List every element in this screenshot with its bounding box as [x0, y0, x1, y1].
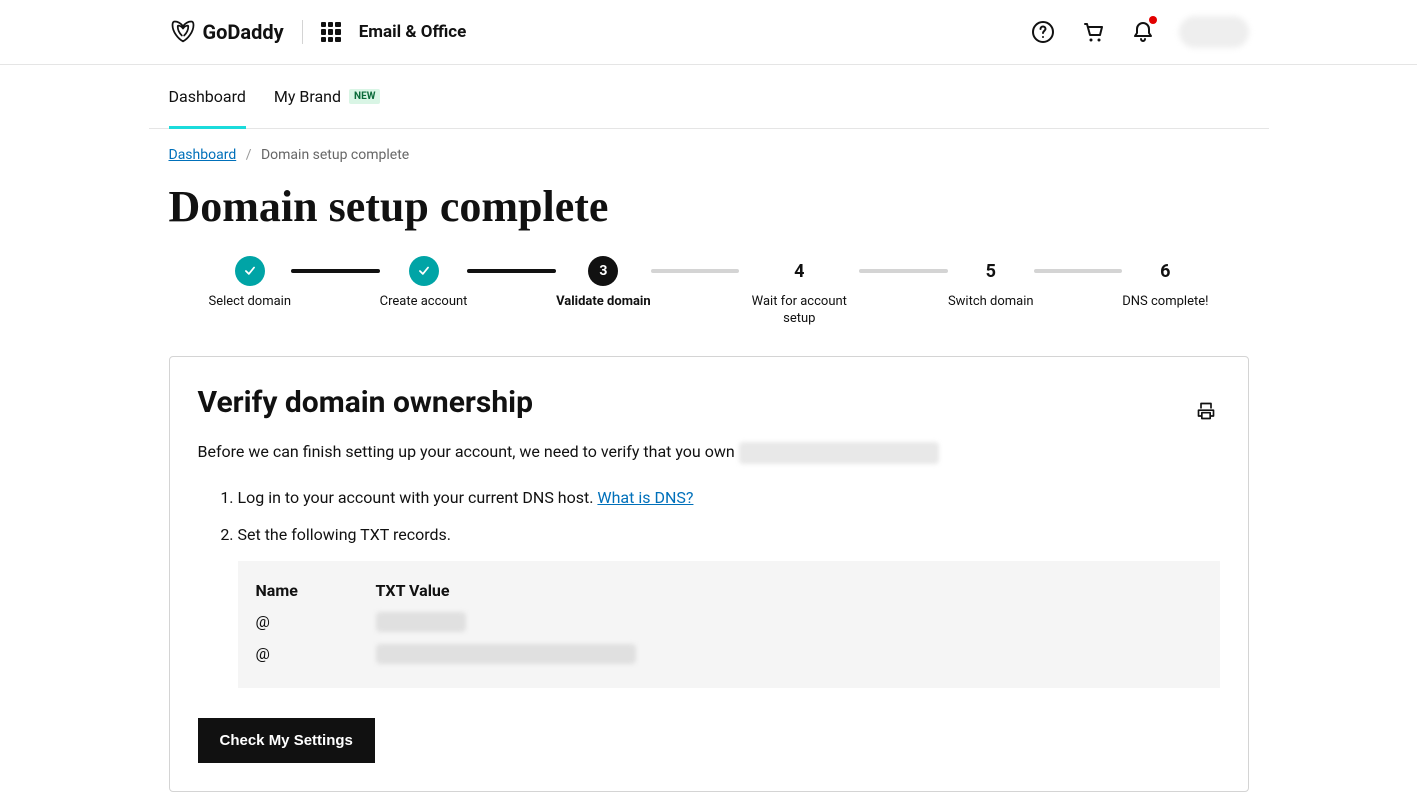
- breadcrumb-separator: /: [246, 147, 252, 163]
- tab-mybrand[interactable]: My Brand NEW: [274, 65, 381, 128]
- table-row: @: [256, 640, 1202, 672]
- page-title: Domain setup complete: [169, 181, 1249, 232]
- godaddy-logo-icon: [169, 18, 197, 46]
- apps-grid-icon[interactable]: [321, 22, 341, 42]
- step-2-label: Create account: [380, 294, 468, 311]
- logo-text: GoDaddy: [203, 20, 284, 44]
- instruction-1: Log in to your account with your current…: [238, 484, 1220, 513]
- help-button[interactable]: [1029, 18, 1057, 46]
- breadcrumb-dashboard-link[interactable]: Dashboard: [169, 147, 237, 163]
- check-icon: [243, 264, 257, 278]
- tab-dashboard-label: Dashboard: [169, 87, 246, 106]
- card-title: Verify domain ownership: [198, 385, 1220, 420]
- step-2-circle: [409, 256, 439, 286]
- connector-4-5: [859, 269, 948, 273]
- table-row: @: [256, 608, 1202, 640]
- print-button[interactable]: [1192, 397, 1220, 425]
- cart-button[interactable]: [1079, 18, 1107, 46]
- progress-stepper: Select domain Create account 3 Validate …: [169, 256, 1249, 328]
- step-4-circle: 4: [784, 256, 814, 286]
- cart-icon: [1081, 20, 1105, 44]
- connector-5-6: [1034, 269, 1123, 273]
- connector-3-4: [651, 269, 740, 273]
- tab-mybrand-label: My Brand: [274, 87, 341, 106]
- step-6-label: DNS complete!: [1122, 294, 1208, 311]
- print-icon: [1196, 401, 1216, 421]
- instruction-1-text: Log in to your account with your current…: [238, 488, 598, 507]
- card-intro: Before we can finish setting up your acc…: [198, 440, 1220, 464]
- step-3-label: Validate domain: [556, 294, 651, 311]
- txt-name-1: @: [256, 612, 336, 636]
- new-badge: NEW: [349, 89, 380, 104]
- help-icon: [1031, 20, 1055, 44]
- step-1-circle: [235, 256, 265, 286]
- step-5-label: Switch domain: [948, 294, 1034, 311]
- txt-records-table: Name TXT Value @ @: [238, 561, 1220, 688]
- step-1-label: Select domain: [209, 294, 292, 311]
- step-6-circle: 6: [1150, 256, 1180, 286]
- txt-name-2: @: [256, 644, 336, 668]
- what-is-dns-link[interactable]: What is DNS?: [597, 488, 693, 507]
- instruction-2: Set the following TXT records.: [238, 521, 1220, 550]
- tab-dashboard[interactable]: Dashboard: [169, 65, 246, 128]
- step-3-circle: 3: [588, 256, 618, 286]
- user-menu[interactable]: [1179, 16, 1249, 48]
- txt-value-2-redacted: [376, 644, 636, 664]
- txt-value-1-redacted: [376, 612, 466, 632]
- verify-card: Verify domain ownership Before we can fi…: [169, 356, 1249, 792]
- godaddy-logo[interactable]: GoDaddy: [169, 18, 284, 46]
- connector-2-3: [467, 269, 556, 273]
- connector-1-2: [291, 269, 380, 273]
- product-name: Email & Office: [359, 22, 467, 42]
- step-5-circle: 5: [976, 256, 1006, 286]
- domain-name-redacted: [739, 442, 939, 464]
- value-header: TXT Value: [376, 581, 1202, 600]
- notifications-button[interactable]: [1129, 18, 1157, 46]
- breadcrumb-current: Domain setup complete: [261, 147, 409, 163]
- header-divider: [302, 20, 303, 44]
- main-tabs: Dashboard My Brand NEW: [149, 65, 1269, 129]
- name-header: Name: [256, 581, 336, 600]
- notification-dot: [1149, 16, 1157, 24]
- card-intro-text: Before we can finish setting up your acc…: [198, 442, 739, 461]
- step-4-label: Wait for account setup: [739, 294, 859, 328]
- check-settings-button[interactable]: Check My Settings: [198, 718, 375, 763]
- instructions-list: Log in to your account with your current…: [198, 484, 1220, 550]
- check-icon: [417, 264, 431, 278]
- breadcrumb: Dashboard / Domain setup complete: [169, 129, 1249, 169]
